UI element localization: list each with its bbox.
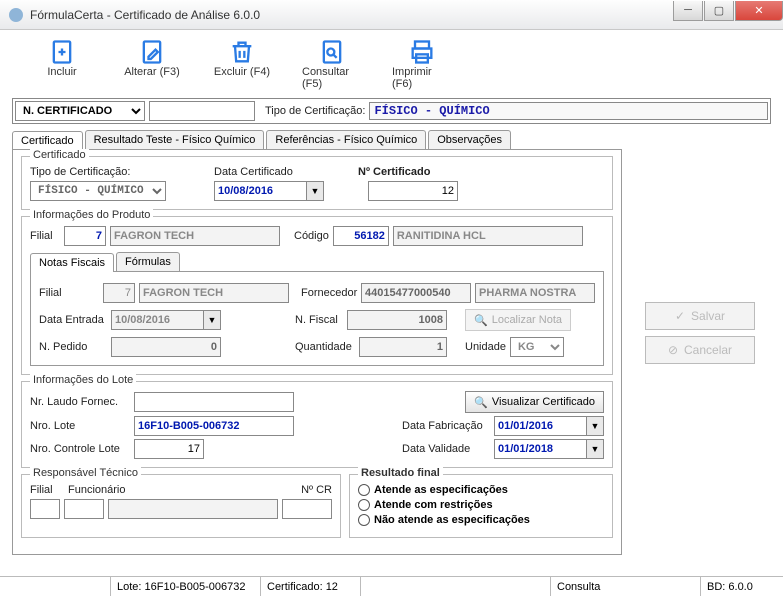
produto-filial-input[interactable] [64, 226, 106, 246]
subtab-formulas[interactable]: Fórmulas [116, 252, 180, 271]
app-icon [8, 7, 24, 23]
radio-restricoes[interactable]: Atende com restrições [358, 499, 604, 511]
resultado-fieldset: Resultado final Atende as especificações… [349, 474, 613, 538]
resp-cr-input[interactable] [282, 499, 332, 519]
chevron-down-icon[interactable]: ▼ [586, 416, 604, 436]
resp-func-nome [108, 499, 278, 519]
nf-fornecedor [361, 283, 471, 303]
cancel-icon: ⊘ [668, 343, 678, 357]
chevron-down-icon[interactable]: ▼ [586, 439, 604, 459]
close-button[interactable]: ✕ [735, 1, 783, 21]
tab-body: Certificado Tipo de Certificação: Data C… [12, 149, 622, 555]
nf-pedido [111, 337, 221, 357]
trash-icon [228, 38, 256, 66]
nf-fornecedor-nome [475, 283, 595, 303]
produto-filial-nome [110, 226, 280, 246]
responsavel-fieldset: Responsável Técnico Filial Funcionário N… [21, 474, 341, 538]
plus-page-icon [48, 38, 76, 66]
lote-fieldset: Informações do Lote Nr. Laudo Fornec. 🔍V… [21, 381, 613, 468]
minimize-button[interactable]: ─ [673, 1, 703, 21]
titlebar: FórmulaCerta - Certificado de Análise 6.… [0, 0, 783, 30]
data-fabricacao-input[interactable] [494, 416, 586, 436]
nf-quantidade [359, 337, 447, 357]
nro-controle-input[interactable] [134, 439, 204, 459]
consultar-button[interactable]: Consultar (F5) [302, 38, 362, 90]
num-certificado-input[interactable] [368, 181, 458, 201]
status-bd: BD: 6.0.0 [700, 577, 783, 596]
search-icon: 🔍 [474, 314, 488, 327]
visualizar-certificado-button[interactable]: 🔍Visualizar Certificado [465, 391, 604, 413]
nf-nfiscal [347, 310, 447, 330]
filter-bar: N. CERTIFICADO Tipo de Certificação: FÍS… [12, 98, 771, 124]
excluir-button[interactable]: Excluir (F4) [212, 38, 272, 90]
radio-atende[interactable]: Atende as especificações [358, 484, 604, 496]
nf-unidade[interactable]: KG [510, 337, 564, 357]
incluir-button[interactable]: Incluir [32, 38, 92, 90]
tab-resultado[interactable]: Resultado Teste - Físico Químico [85, 130, 265, 149]
resp-filial-input[interactable] [30, 499, 60, 519]
cancelar-button[interactable]: ⊘Cancelar [645, 336, 755, 364]
nro-lote-input[interactable] [134, 416, 294, 436]
tab-observacoes[interactable]: Observações [428, 130, 511, 149]
status-cert: Certificado: 12 [260, 577, 360, 596]
status-blank [0, 577, 110, 596]
data-certificado-input[interactable] [214, 181, 306, 201]
tipo-cert-select[interactable]: FÍSICO - QUÍMICO [30, 181, 166, 201]
localizar-nota-button[interactable]: 🔍Localizar Nota [465, 309, 571, 331]
nf-entrada [111, 310, 203, 330]
filter-tipo-value: FÍSICO - QUÍMICO [369, 102, 768, 120]
salvar-button[interactable]: ✓Salvar [645, 302, 755, 330]
produto-fieldset: Informações do Produto Filial Código Not… [21, 216, 613, 375]
search-page-icon: 🔍 [474, 396, 488, 409]
main-tabs: Certificado Resultado Teste - Físico Quí… [12, 130, 771, 149]
filter-search-input[interactable] [149, 101, 255, 121]
nf-filial-nome [139, 283, 289, 303]
nf-filial [103, 283, 135, 303]
tab-referencias[interactable]: Referências - Físico Químico [266, 130, 426, 149]
edit-page-icon [138, 38, 166, 66]
radio-nao-atende[interactable]: Não atende as especificações [358, 514, 604, 526]
chevron-down-icon[interactable]: ▼ [203, 310, 221, 330]
toolbar: Incluir Alterar (F3) Excluir (F4) Consul… [12, 38, 771, 96]
printer-icon [408, 38, 436, 66]
alterar-button[interactable]: Alterar (F3) [122, 38, 182, 90]
resp-func-input[interactable] [64, 499, 104, 519]
status-blank2 [360, 577, 550, 596]
data-validade-input[interactable] [494, 439, 586, 459]
produto-codigo-nome [393, 226, 583, 246]
status-lote: Lote: 16F10-B005-006732 [110, 577, 260, 596]
produto-codigo-input[interactable] [333, 226, 389, 246]
certificado-fieldset: Certificado Tipo de Certificação: Data C… [21, 156, 613, 210]
status-bar: Lote: 16F10-B005-006732 Certificado: 12 … [0, 576, 783, 596]
tab-certificado[interactable]: Certificado [12, 131, 83, 150]
status-modo: Consulta [550, 577, 700, 596]
check-icon: ✓ [675, 309, 685, 323]
laudo-input[interactable] [134, 392, 294, 412]
filter-tipo-label: Tipo de Certificação: [265, 105, 365, 117]
imprimir-button[interactable]: Imprimir (F6) [392, 38, 452, 90]
maximize-button[interactable]: ▢ [704, 1, 734, 21]
filter-field-select[interactable]: N. CERTIFICADO [15, 101, 145, 121]
window-title: FórmulaCerta - Certificado de Análise 6.… [30, 8, 672, 22]
chevron-down-icon[interactable]: ▼ [306, 181, 324, 201]
search-page-icon [318, 38, 346, 66]
subtab-notas-fiscais[interactable]: Notas Fiscais [30, 253, 114, 272]
subtab-body: Filial Fornecedor Data Entrada ▼ N. Fisc… [30, 271, 604, 366]
